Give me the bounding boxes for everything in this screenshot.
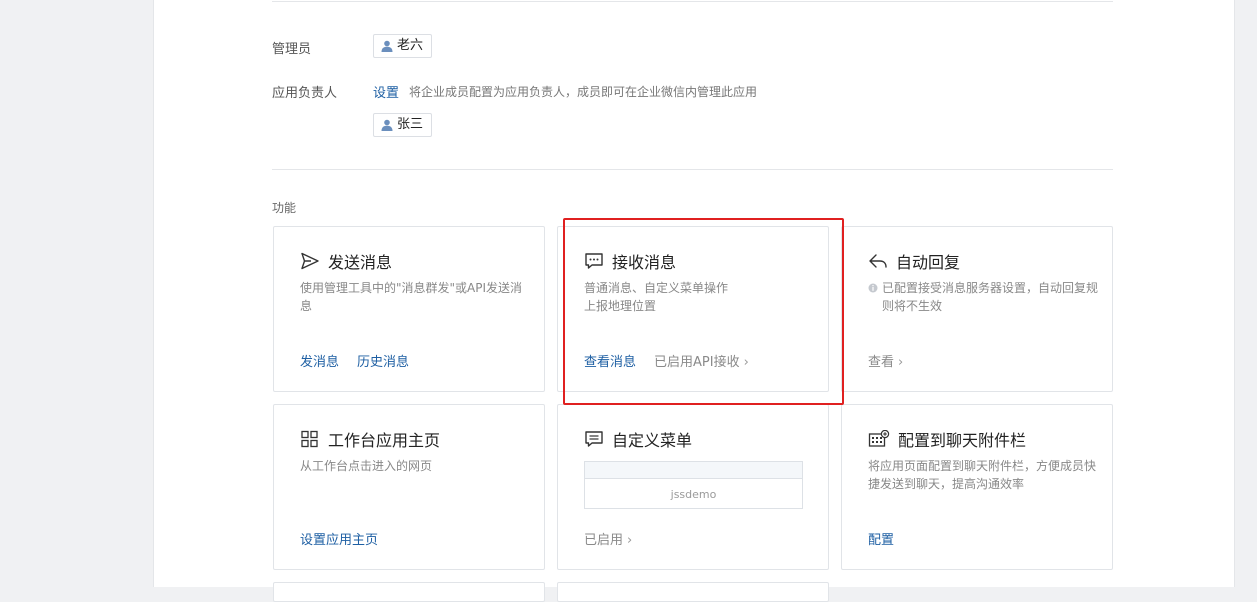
owner-name: 张三 (397, 117, 424, 132)
menu-preview-header (585, 462, 802, 479)
menu-preview[interactable]: jssdemo (584, 461, 803, 509)
card-chat-attachment-title: 配置到聊天附件栏 (868, 427, 1026, 451)
card-send-message: 发送消息 使用管理工具中的"消息群发"或API发送消息 发消息 历史消息 (273, 226, 545, 392)
api-receive-status-link[interactable]: 已启用API接收 › (654, 351, 749, 370)
custom-menu-status-link[interactable]: 已启用 › (584, 529, 632, 548)
admin-chip[interactable]: 老六 (373, 34, 433, 58)
configure-link[interactable]: 配置 (868, 529, 894, 548)
card-desc: 将应用页面配置到聊天附件栏，方便成员快捷发送到聊天，提高沟通效率 (868, 459, 1097, 491)
card-title-text: 配置到聊天附件栏 (898, 431, 1027, 450)
card-workbench-homepage: 工作台应用主页 从工作台点击进入的网页 设置应用主页 (273, 404, 545, 570)
card-receive-message: 接收消息 普通消息、自定义菜单操作 上报地理位置 查看消息 已启用API接收 › (557, 226, 829, 392)
user-icon (381, 40, 393, 52)
card-actions: 已启用 › (584, 529, 632, 548)
card-send-message-title: 发送消息 (300, 249, 392, 273)
grid-icon (301, 430, 318, 448)
divider-top (272, 1, 1113, 2)
set-homepage-link[interactable]: 设置应用主页 (300, 529, 378, 548)
chat-bubble-icon (585, 253, 603, 269)
card-partial (273, 582, 545, 602)
chevron-right-icon: › (898, 355, 904, 370)
card-desc: 已配置接受消息服务器设置，自动回复规则将不生效 (868, 279, 1100, 315)
chevron-right-icon: › (627, 533, 633, 548)
card-actions: 查看消息 已启用API接收 › (584, 351, 749, 370)
history-message-link[interactable]: 历史消息 (357, 351, 409, 370)
card-desc: 从工作台点击进入的网页 (300, 459, 433, 473)
send-message-link[interactable]: 发消息 (300, 351, 339, 370)
custom-menu-status: 已启用 (584, 533, 624, 548)
send-icon (301, 252, 319, 270)
card-desc-text: 已配置接受消息服务器设置，自动回复规则将不生效 (882, 281, 1099, 313)
card-actions: 配置 (868, 529, 894, 548)
owner-set-link[interactable]: 设置 (373, 82, 399, 101)
menu-preview-item: jssdemo (670, 488, 717, 501)
card-desc: 使用管理工具中的"消息群发"或API发送消息 (300, 281, 523, 313)
reply-icon (869, 254, 887, 268)
card-partial (557, 582, 829, 602)
card-custom-menu: 自定义菜单 jssdemo 已启用 › (557, 404, 829, 570)
card-auto-reply-title: 自动回复 (868, 249, 960, 273)
card-desc-line: 上报地理位置 (584, 299, 657, 313)
menu-icon (585, 431, 603, 447)
owner-chip[interactable]: 张三 (373, 113, 433, 137)
card-desc: 普通消息、自定义菜单操作 上报地理位置 (584, 279, 816, 315)
info-icon (868, 283, 878, 293)
card-title-text: 自动回复 (896, 253, 961, 272)
card-custom-menu-title: 自定义菜单 (584, 427, 692, 451)
user-icon (381, 119, 393, 131)
owner-hint: 将企业成员配置为应用负责人，成员即可在企业微信内管理此应用 (409, 85, 758, 99)
view-messages-link[interactable]: 查看消息 (584, 351, 636, 370)
admin-name: 老六 (397, 38, 424, 53)
card-chat-attachment: 配置到聊天附件栏 将应用页面配置到聊天附件栏，方便成员快捷发送到聊天，提高沟通效… (841, 404, 1113, 570)
card-title-text: 发送消息 (328, 253, 393, 272)
card-workbench-homepage-title: 工作台应用主页 (300, 427, 440, 451)
owner-set-link-text[interactable]: 设置 (373, 86, 399, 101)
view-auto-reply-text: 查看 (868, 355, 895, 370)
card-actions: 设置应用主页 (300, 529, 378, 548)
card-auto-reply: 自动回复 已配置接受消息服务器设置，自动回复规则将不生效 查看 › (841, 226, 1113, 392)
card-receive-message-title: 接收消息 (584, 249, 676, 273)
divider-middle (272, 169, 1113, 170)
card-desc-line: 普通消息、自定义菜单操作 (584, 281, 729, 295)
api-receive-status: 已启用API接收 (654, 355, 740, 370)
card-title-text: 自定义菜单 (612, 431, 693, 450)
card-actions: 发消息 历史消息 (300, 351, 409, 370)
attachment-bar-icon (868, 430, 890, 447)
chevron-right-icon: › (743, 355, 749, 370)
card-title-text: 接收消息 (612, 253, 677, 272)
view-auto-reply-link[interactable]: 查看 › (868, 351, 903, 370)
owner-label: 应用负责人 (272, 86, 338, 101)
card-actions: 查看 › (868, 351, 903, 370)
admin-label: 管理员 (272, 42, 312, 57)
features-section-label: 功能 (272, 201, 297, 215)
card-title-text: 工作台应用主页 (328, 431, 441, 450)
